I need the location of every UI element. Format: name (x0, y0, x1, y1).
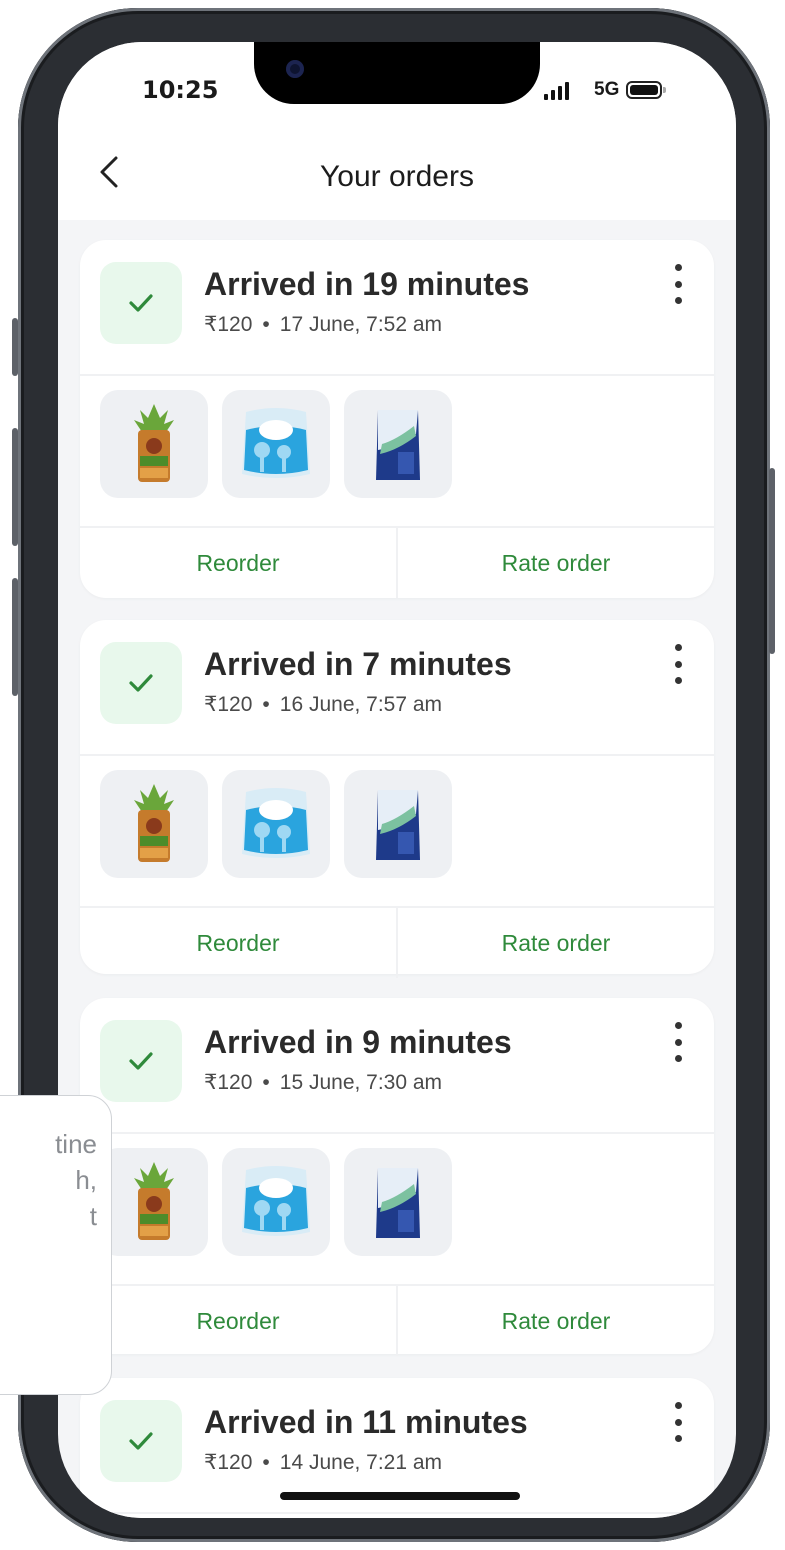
rate-order-button[interactable]: Rate order (398, 528, 714, 598)
order-status: Arrived in 7 minutes (204, 646, 512, 682)
tooltip-line: t (89, 1201, 97, 1231)
dahi-product-image (222, 770, 330, 878)
order-items (100, 770, 452, 878)
home-indicator[interactable] (280, 1492, 520, 1500)
tooltip-line: tine (55, 1129, 97, 1159)
signal-icon (544, 82, 569, 100)
camera-dot (286, 60, 304, 78)
order-price: ₹120 (204, 1451, 253, 1474)
order-header[interactable]: Arrived in 7 minutes ₹120 • 16 June, 7:57 … (80, 620, 714, 756)
order-card[interactable]: Arrived in 7 minutes ₹120 • 16 June, 7:57 … (80, 620, 714, 978)
dahi-product-image (222, 1148, 330, 1256)
reorder-button[interactable]: Reorder (80, 908, 396, 978)
order-status: Arrived in 9 minutes (204, 1024, 512, 1060)
tooltip-card: tine h, t (0, 1095, 112, 1395)
bread-product-image (100, 1148, 208, 1256)
order-status: Arrived in 19 minutes (204, 266, 530, 302)
bread-product-image (100, 770, 208, 878)
order-actions: Reorder Rate order (80, 1284, 714, 1356)
status-time: 10:25 (142, 76, 219, 104)
milk-product-image (344, 770, 452, 878)
check-icon (100, 1400, 182, 1482)
order-date: 17 June, 7:52 am (279, 313, 443, 336)
reorder-button[interactable]: Reorder (80, 528, 396, 598)
rate-order-button[interactable]: Rate order (398, 1286, 714, 1356)
order-items (100, 390, 452, 498)
order-meta: ₹120 • 15 June, 7:30 am (204, 1071, 443, 1094)
app-bar: Your orders (58, 132, 736, 220)
order-status: Arrived in 11 minutes (204, 1404, 528, 1440)
reorder-button[interactable]: Reorder (80, 1286, 396, 1356)
order-card[interactable]: Arrived in 9 minutes ₹120 • 15 June, 7:30 … (80, 998, 714, 1356)
page-title: Your orders (320, 160, 474, 193)
volume-up-button (12, 428, 18, 546)
order-price: ₹120 (204, 1071, 253, 1094)
more-options-icon[interactable] (668, 1022, 688, 1062)
volume-down-button (12, 578, 18, 696)
order-card[interactable]: Arrived in 19 minutes ₹120 • 17 June, 7:52… (80, 240, 714, 598)
order-price: ₹120 (204, 693, 253, 716)
dahi-product-image (222, 390, 330, 498)
order-actions: Reorder Rate order (80, 526, 714, 598)
order-meta: ₹120 • 14 June, 7:21 am (204, 1451, 443, 1474)
mute-switch (12, 318, 18, 376)
milk-product-image (344, 390, 452, 498)
order-actions: Reorder Rate order (80, 906, 714, 978)
order-date: 14 June, 7:21 am (279, 1451, 443, 1474)
order-date: 16 June, 7:57 am (279, 693, 443, 716)
battery-icon (626, 81, 666, 99)
more-options-icon[interactable] (668, 264, 688, 304)
order-items (100, 1148, 452, 1256)
more-options-icon[interactable] (668, 1402, 688, 1442)
check-icon (100, 262, 182, 344)
network-type: 5G (594, 79, 620, 100)
order-price: ₹120 (204, 313, 253, 336)
order-header[interactable]: Arrived in 19 minutes ₹120 • 17 June, 7:52… (80, 240, 714, 376)
check-icon (100, 642, 182, 724)
order-meta: ₹120 • 16 June, 7:57 am (204, 693, 443, 716)
screen: 10:25 5G Your orders Arrived in 19 minut… (58, 42, 736, 1518)
order-meta: ₹120 • 17 June, 7:52 am (204, 313, 443, 336)
check-icon (100, 1020, 182, 1102)
bread-product-image (100, 390, 208, 498)
rate-order-button[interactable]: Rate order (398, 908, 714, 978)
power-button (769, 468, 775, 654)
order-header[interactable]: Arrived in 9 minutes ₹120 • 15 June, 7:30 … (80, 998, 714, 1134)
order-date: 15 June, 7:30 am (279, 1071, 443, 1094)
milk-product-image (344, 1148, 452, 1256)
tooltip-line: h, (75, 1165, 97, 1195)
more-options-icon[interactable] (668, 644, 688, 684)
